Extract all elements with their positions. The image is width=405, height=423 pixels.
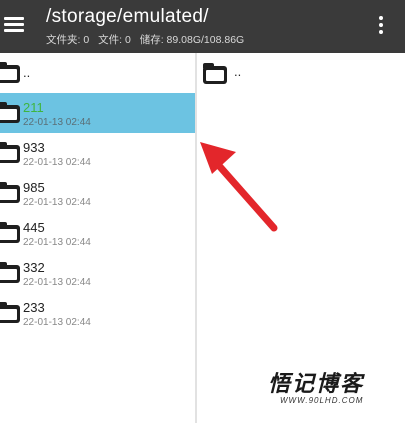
list-item[interactable]: 233 22-01-13 02:44 [0, 293, 195, 333]
item-name: 233 [23, 300, 45, 315]
list-item[interactable]: 445 22-01-13 02:44 [0, 213, 195, 253]
watermark-url: WWW.90LHD.COM [280, 396, 364, 405]
more-options-icon[interactable] [376, 14, 386, 36]
list-item[interactable]: 933 22-01-13 02:44 [0, 133, 195, 173]
folder-count: 文件夹: 0 [46, 34, 90, 46]
item-name: 445 [23, 220, 45, 235]
current-path: /storage/emulated/ [46, 6, 209, 27]
folder-icon [0, 262, 20, 283]
list-item-parent-dir[interactable]: .. [0, 53, 195, 93]
item-name: .. [23, 65, 31, 80]
watermark-title: 悟记博客 [268, 371, 365, 396]
folder-icon [0, 102, 20, 123]
item-date: 22-01-13 02:44 [23, 117, 91, 128]
menu-icon[interactable] [4, 14, 26, 36]
app-bar: /storage/emulated/ 文件夹: 0 文件: 0 储存: 89.0… [0, 0, 405, 53]
folder-icon [0, 142, 20, 163]
watermark-logo: 悟记博客 WWW.90LHD.COM [268, 366, 398, 410]
item-name: 332 [23, 260, 45, 275]
folder-icon [0, 302, 20, 323]
folder-icon [0, 222, 20, 243]
item-date: 22-01-13 02:44 [23, 237, 91, 248]
annotation-arrow-icon [200, 142, 278, 232]
storage-stats: 文件夹: 0 文件: 0 储存: 89.08G/108.86G [46, 32, 250, 47]
item-date: 22-01-13 02:44 [23, 157, 91, 168]
item-date: 22-01-13 02:44 [23, 197, 91, 208]
item-name: 933 [23, 140, 45, 155]
left-file-pane: .. 211 22-01-13 02:44 933 22-01-13 02:44… [0, 53, 195, 423]
item-name: 211 [23, 100, 44, 115]
item-name: .. [234, 64, 242, 79]
list-item[interactable]: 211 22-01-13 02:44 [0, 93, 195, 133]
item-date: 22-01-13 02:44 [23, 317, 91, 328]
folder-icon [0, 62, 20, 83]
list-item-parent-dir[interactable]: .. [197, 53, 405, 93]
item-name: 985 [23, 180, 45, 195]
storage-usage: 储存: 89.08G/108.86G [139, 34, 245, 46]
list-item[interactable]: 985 22-01-13 02:44 [0, 173, 195, 213]
item-date: 22-01-13 02:44 [23, 277, 91, 288]
folder-icon [0, 182, 20, 203]
file-count: 文件: 0 [98, 34, 131, 46]
folder-icon [203, 63, 227, 84]
list-item[interactable]: 332 22-01-13 02:44 [0, 253, 195, 293]
